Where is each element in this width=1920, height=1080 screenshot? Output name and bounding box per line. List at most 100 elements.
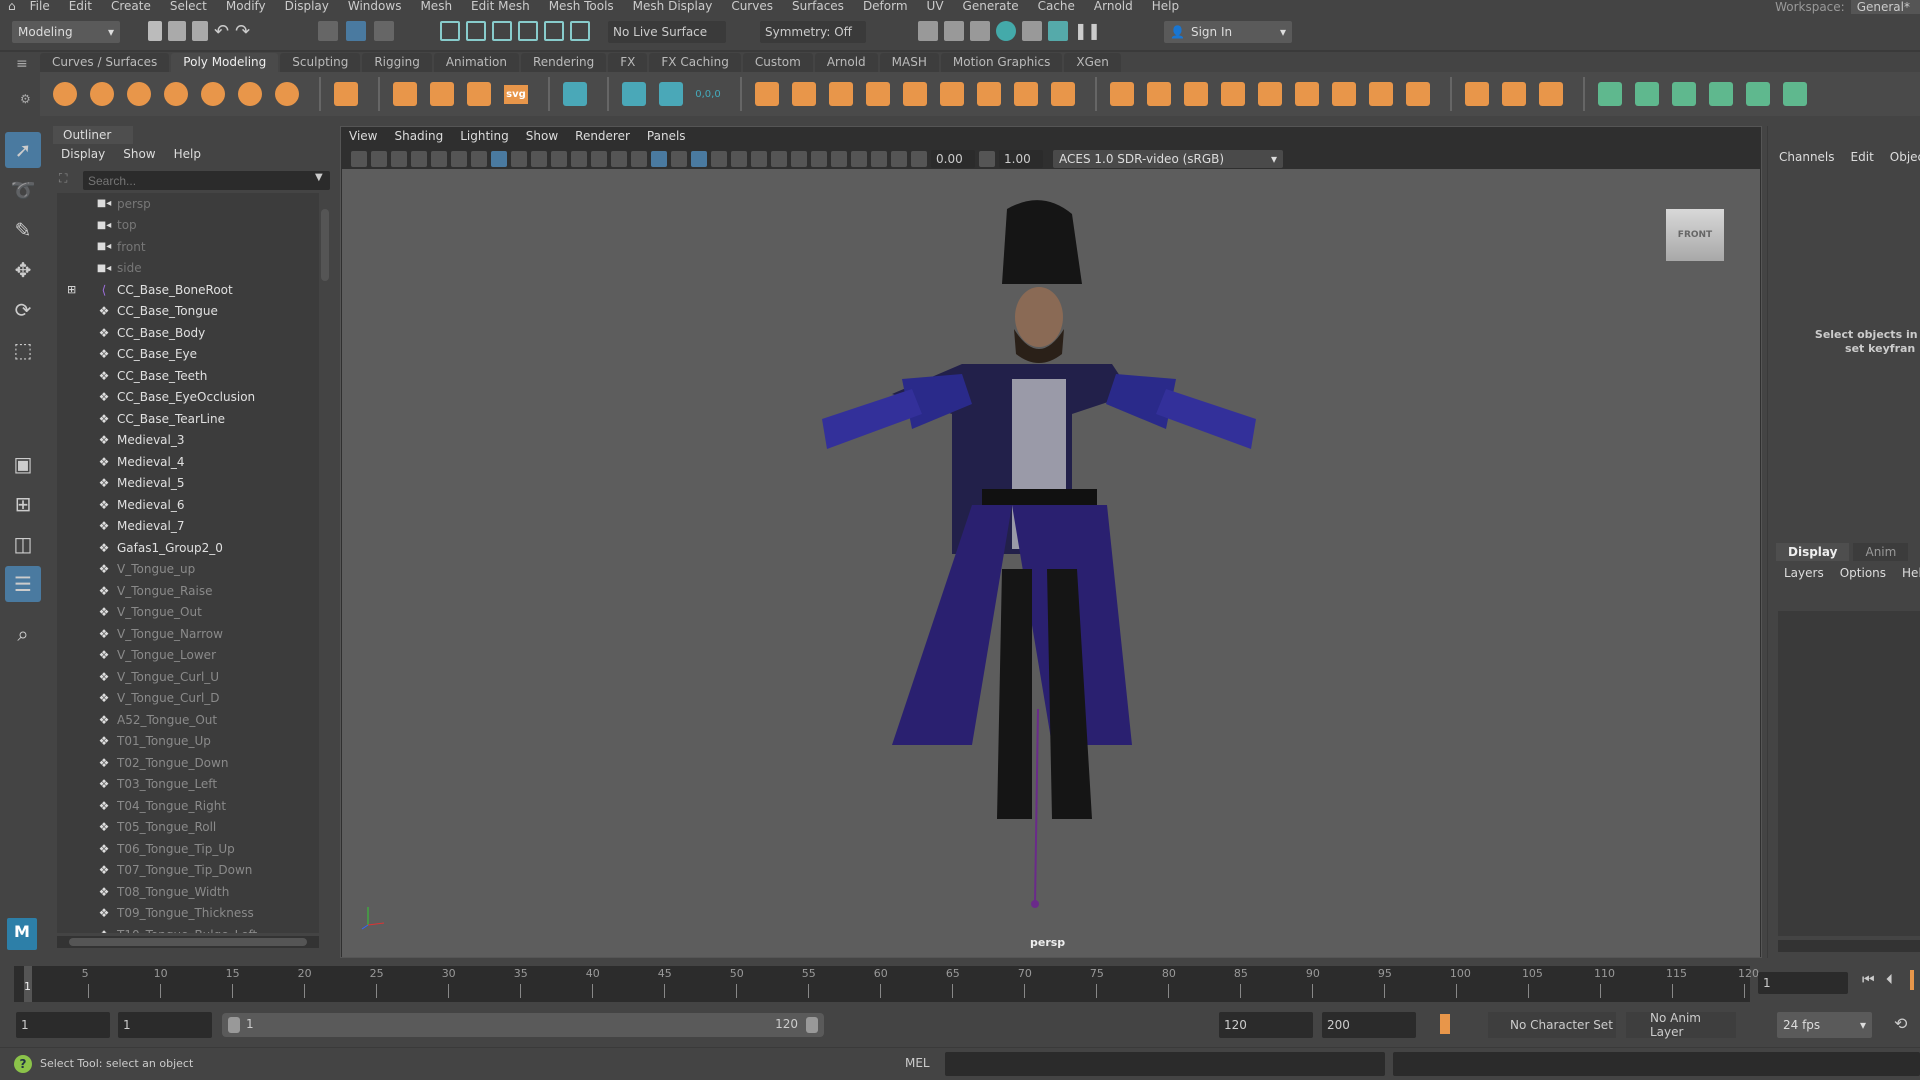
uv-layout-icon[interactable] [1780, 79, 1810, 109]
object-menu[interactable]: Object [1890, 150, 1920, 164]
hypershade-icon[interactable] [996, 21, 1016, 41]
outliner-item[interactable]: ❖ Medieval_6 [57, 494, 319, 516]
outliner-item[interactable]: ❖ V_Tongue_up [57, 559, 319, 581]
outliner-item[interactable]: ❖ CC_Base_EyeOcclusion [57, 387, 319, 409]
select-component-icon[interactable] [374, 21, 394, 41]
go-to-start-icon[interactable]: ⏮ [1862, 972, 1875, 988]
workspace-value[interactable]: General* [1850, 0, 1920, 14]
filter-icon[interactable]: ⛶ [59, 171, 67, 186]
two-view-layout-icon[interactable]: ◫ [5, 526, 41, 562]
textured-icon[interactable] [691, 151, 707, 167]
plane-icon[interactable] [235, 79, 265, 109]
render-settings-icon[interactable] [970, 21, 990, 41]
separate-icon[interactable] [789, 79, 819, 109]
menu-surfaces[interactable]: Surfaces [792, 0, 844, 12]
text-icon[interactable] [464, 79, 494, 109]
insert-loop-icon[interactable] [1536, 79, 1566, 109]
isolate-select-icon[interactable] [831, 151, 847, 167]
step-back-icon[interactable]: ⏴ [1886, 972, 1893, 988]
outliner-item[interactable]: ❖ Medieval_4 [57, 451, 319, 473]
animation-start-field[interactable]: 1 [16, 1012, 110, 1038]
combine-icon[interactable] [752, 79, 782, 109]
extrude-icon[interactable] [1107, 79, 1137, 109]
outliner-item[interactable]: ❖ Medieval_5 [57, 473, 319, 495]
multi-cut-icon[interactable] [1292, 79, 1322, 109]
paint-select-tool-icon[interactable]: ✎ [5, 212, 41, 248]
menu-edit-mesh[interactable]: Edit Mesh [471, 0, 530, 12]
single-view-layout-icon[interactable]: ▣ [5, 446, 41, 482]
color-space-dropdown[interactable]: ACES 1.0 SDR-video (sRGB) ▾ [1053, 150, 1283, 168]
svg-icon[interactable]: svg [501, 79, 531, 109]
outliner-item[interactable]: ❖ V_Tongue_Curl_U [57, 666, 319, 688]
menu-help[interactable]: Help [1152, 0, 1179, 12]
use-all-lights-icon[interactable] [711, 151, 727, 167]
scale-tool-icon[interactable]: ⬚ [5, 332, 41, 368]
append-icon[interactable] [1218, 79, 1248, 109]
menu-cache[interactable]: Cache [1038, 0, 1075, 12]
smooth-shade-icon[interactable] [651, 151, 667, 167]
safe-action-icon[interactable] [591, 151, 607, 167]
home-icon[interactable]: ⌂ [8, 0, 16, 12]
smooth-icon[interactable] [900, 79, 930, 109]
playback-end-field[interactable]: 120 [1219, 1012, 1313, 1038]
shelf-tab-sculpting[interactable]: Sculpting [280, 53, 361, 72]
tab-display[interactable]: Display [1776, 543, 1850, 561]
pivot-icon[interactable] [619, 79, 649, 109]
open-scene-icon[interactable] [168, 21, 186, 41]
outliner-item[interactable]: ❖ T07_Tongue_Tip_Down [57, 860, 319, 882]
view-cube[interactable]: FRONT [1666, 209, 1724, 261]
image-plane-icon[interactable] [431, 151, 447, 167]
field-chart-icon[interactable] [571, 151, 587, 167]
film-gate-icon[interactable] [511, 151, 527, 167]
expand-icon[interactable]: ⊞ [67, 283, 76, 296]
layers-menu[interactable]: Layers [1784, 566, 1824, 580]
helix-icon[interactable] [427, 79, 457, 109]
lasso-tool-icon[interactable]: ➰ [5, 172, 41, 208]
bevel-icon[interactable] [1181, 79, 1211, 109]
mirror-icon[interactable] [974, 79, 1004, 109]
menu-mesh-tools[interactable]: Mesh Tools [549, 0, 614, 12]
tab-anim[interactable]: Anim [1853, 543, 1909, 561]
menu-display[interactable]: Display [285, 0, 329, 12]
outliner-item[interactable]: ❖ V_Tongue_Out [57, 602, 319, 624]
menu-edit[interactable]: Edit [69, 0, 92, 12]
menu-deform[interactable]: Deform [863, 0, 908, 12]
outliner-item[interactable]: ❖ CC_Base_TearLine [57, 408, 319, 430]
shelf-tab-rigging[interactable]: Rigging [362, 53, 432, 72]
outliner-item[interactable]: ❖ T05_Tongue_Roll [57, 817, 319, 839]
shelf-tab-animation[interactable]: Animation [433, 53, 519, 72]
outliner-item[interactable]: ❖ V_Tongue_Curl_D [57, 688, 319, 710]
menu-curves[interactable]: Curves [731, 0, 773, 12]
outliner-item[interactable]: ❖ A52_Tongue_Out [57, 709, 319, 731]
outliner-item[interactable]: ■◂ front [57, 236, 319, 258]
outliner-item[interactable]: ■◂ side [57, 258, 319, 280]
exposure-field[interactable]: 0.00 [931, 150, 975, 168]
backface-culling-icon[interactable] [891, 151, 907, 167]
shelf-menu-icon[interactable]: ≡ [16, 56, 28, 72]
outliner-item[interactable]: ❖ T09_Tongue_Thickness [57, 903, 319, 925]
outliner-item[interactable]: ❖ T03_Tongue_Left [57, 774, 319, 796]
retopo-icon[interactable] [1048, 79, 1078, 109]
outliner-item[interactable]: ■◂ top [57, 215, 319, 237]
3d-scene[interactable]: FRONT persp [342, 169, 1760, 957]
outliner-menu-show[interactable]: Show [123, 147, 155, 161]
pause-icon[interactable]: ❚❚ [1074, 21, 1101, 41]
viewport-menu-view[interactable]: View [349, 129, 377, 143]
camera-attributes-icon[interactable] [391, 151, 407, 167]
outliner-item[interactable]: ❖ V_Tongue_Narrow [57, 623, 319, 645]
bridge-icon[interactable] [1144, 79, 1174, 109]
render-view-icon[interactable] [1022, 21, 1042, 41]
loop-icon[interactable]: ⟲ [1894, 1014, 1907, 1033]
uv-unfold-icon[interactable] [1743, 79, 1773, 109]
outliner-item[interactable]: ❖ T10_Tongue_Bulge_Left [57, 924, 319, 933]
edit-menu[interactable]: Edit [1851, 150, 1874, 164]
freeze-transform-icon[interactable]: 0,0,0 [693, 79, 723, 109]
search-options-chevron-icon[interactable]: ▼ [315, 172, 323, 183]
xray-icon[interactable] [851, 151, 867, 167]
outliner-item[interactable]: ■◂ persp [57, 193, 319, 215]
shadows-icon[interactable] [731, 151, 747, 167]
ambient-occlusion-icon[interactable] [751, 151, 767, 167]
outliner-item[interactable]: ❖ T06_Tongue_Tip_Up [57, 838, 319, 860]
reduce-icon[interactable] [937, 79, 967, 109]
shelf-tab-mash[interactable]: MASH [879, 53, 939, 72]
